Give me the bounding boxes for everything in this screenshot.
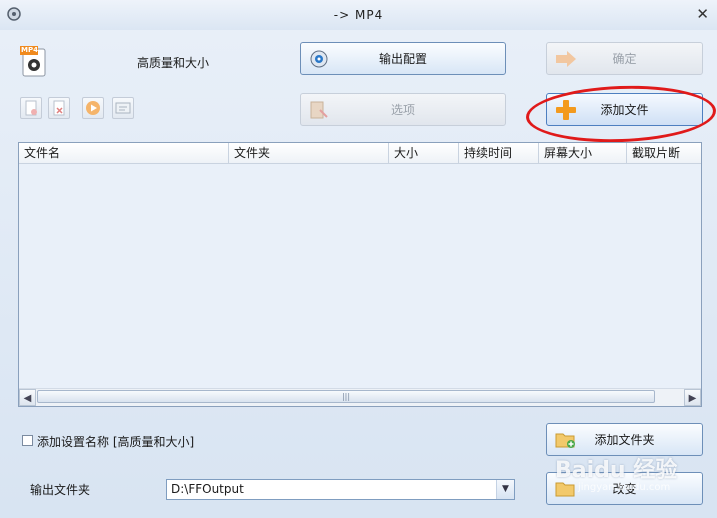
play-icon	[86, 101, 100, 115]
add-folder-label: 添加文件夹	[594, 433, 655, 447]
ok-label: 确定	[612, 52, 637, 66]
add-setting-name-checkbox[interactable]	[22, 435, 33, 446]
mp4-badge-text: MP4	[21, 46, 38, 54]
output-folder-value: D:\FFOutput	[171, 482, 244, 496]
column-header-screen-size[interactable]: 屏幕大小	[539, 143, 627, 163]
info-button[interactable]	[112, 97, 134, 119]
add-folder-icon	[555, 433, 575, 448]
media-info-icon	[115, 102, 131, 114]
options-button[interactable]: 选项	[300, 93, 506, 126]
settings-disc-icon	[310, 50, 328, 67]
scroll-left-icon[interactable]: ◀	[19, 389, 36, 406]
output-config-label: 输出配置	[378, 52, 427, 66]
output-config-button[interactable]: 输出配置	[300, 42, 506, 75]
scroll-thumb[interactable]: |||	[37, 390, 655, 403]
column-header-size[interactable]: 大小	[389, 143, 459, 163]
output-folder-select[interactable]: D:\FFOutput ▼	[166, 479, 515, 500]
column-header-filename[interactable]: 文件名	[19, 143, 229, 163]
baidu-watermark-url: jingyan.baidu.com	[578, 482, 671, 493]
title-bar: -> MP4 ✕	[0, 0, 717, 30]
horizontal-scrollbar[interactable]: ◀ ||| ▶	[19, 388, 701, 406]
column-header-clip[interactable]: 截取片断	[627, 143, 701, 163]
remove-button[interactable]	[20, 97, 42, 119]
window-title: -> MP4	[333, 8, 384, 22]
baidu-watermark: Baidu 经验	[555, 458, 678, 483]
clear-list-icon	[53, 100, 65, 116]
add-setting-name-label: 添加设置名称 [高质量和大小]	[37, 435, 195, 449]
film-options-icon	[310, 101, 328, 118]
play-button[interactable]	[82, 97, 104, 119]
ok-button[interactable]: 确定	[546, 42, 703, 75]
options-label: 选项	[390, 103, 415, 117]
table-header: 文件名 文件夹 大小 持续时间 屏幕大小 截取片断	[19, 143, 701, 164]
scroll-right-icon[interactable]: ▶	[684, 389, 701, 406]
file-table: 文件名 文件夹 大小 持续时间 屏幕大小 截取片断 ◀ ||| ▶	[18, 142, 702, 407]
arrow-right-icon	[556, 50, 576, 67]
chevron-down-icon[interactable]: ▼	[496, 480, 514, 499]
column-header-duration[interactable]: 持续时间	[459, 143, 539, 163]
profile-label: 高质量和大小	[137, 56, 210, 70]
remove-file-icon	[25, 100, 37, 116]
clear-button[interactable]	[48, 97, 70, 119]
column-header-folder[interactable]: 文件夹	[229, 143, 389, 163]
close-icon[interactable]: ✕	[696, 5, 709, 23]
output-folder-label: 输出文件夹	[30, 483, 91, 497]
